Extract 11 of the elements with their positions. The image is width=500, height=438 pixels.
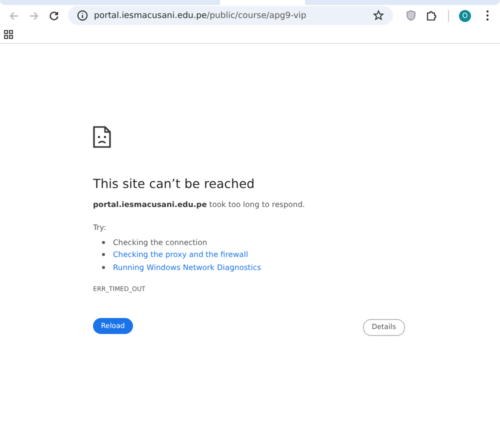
puzzle-icon[interactable] — [426, 10, 437, 21]
shield-icon[interactable] — [406, 10, 416, 21]
address-bar[interactable]: portal.iesmacusani.edu.pe/public/course/apg9-vip — [68, 6, 393, 25]
sad-page-icon — [93, 126, 111, 148]
star-icon[interactable] — [373, 10, 384, 21]
reload-icon[interactable] — [49, 10, 59, 20]
url-text: portal.iesmacusani.edu.pe/public/course/apg9-vip — [94, 10, 308, 20]
apps-icon[interactable] — [4, 30, 13, 39]
error-heading: This site can’t be reached — [93, 176, 256, 191]
menu-icon[interactable] — [486, 10, 489, 21]
info-icon[interactable] — [77, 10, 88, 21]
